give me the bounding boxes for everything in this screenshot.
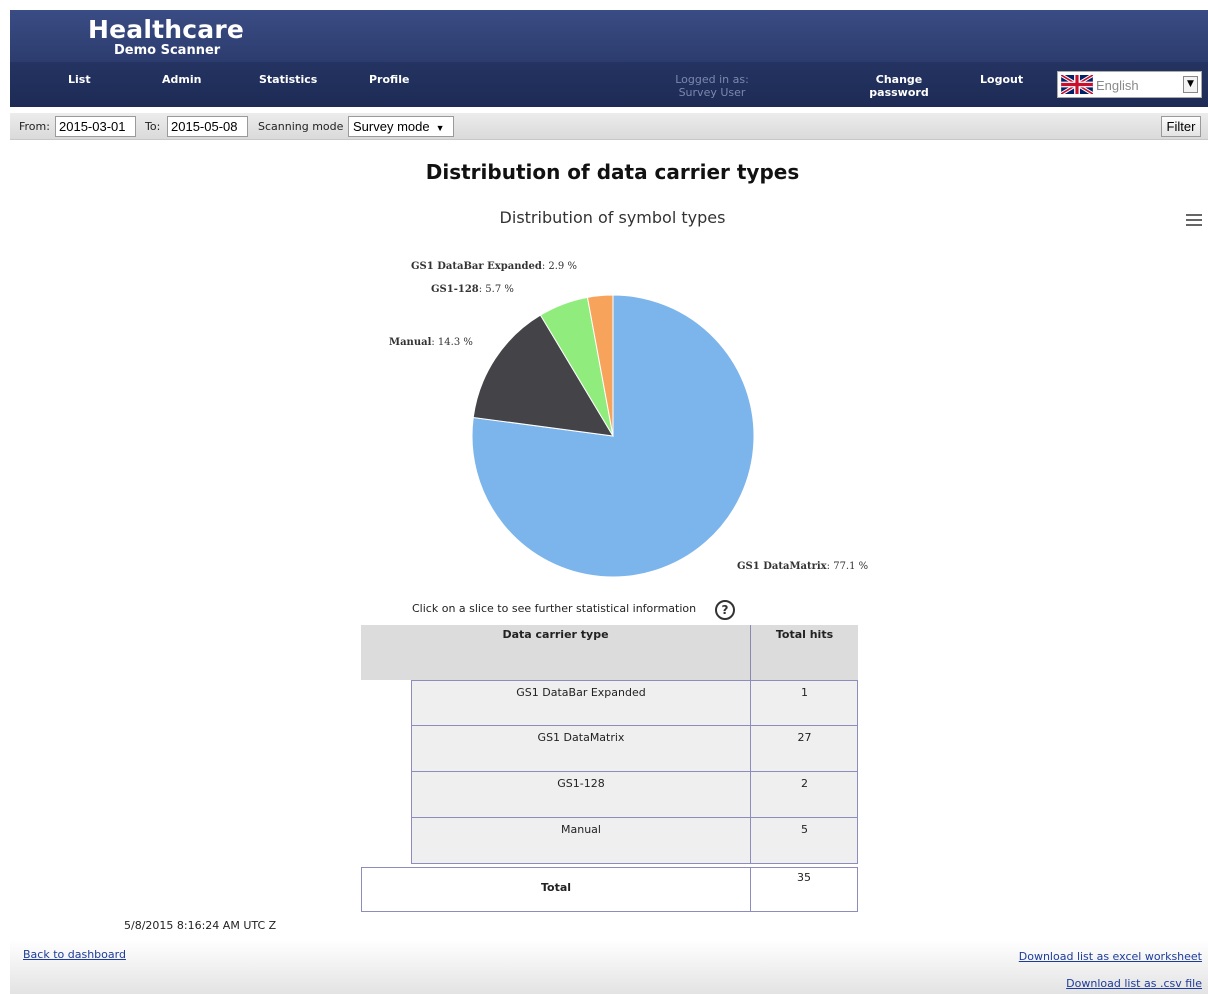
question-mark-icon[interactable]: ?: [715, 600, 735, 620]
logo-subtitle: Demo Scanner: [114, 43, 221, 58]
table-header-hits: Total hits: [750, 625, 858, 680]
to-date-input[interactable]: 2015-05-08: [167, 116, 248, 137]
slice-label: Manual: 14.3 %: [389, 337, 473, 348]
to-label: To:: [145, 120, 161, 133]
back-to-dashboard-link[interactable]: Back to dashboard: [23, 948, 126, 961]
logged-in-user: Survey User: [678, 86, 746, 99]
chevron-down-icon: ▼: [435, 123, 445, 133]
footer-bar: [10, 940, 1208, 994]
chart-hint: Click on a slice to see further statisti…: [412, 602, 697, 615]
download-excel-link[interactable]: Download list as excel worksheet: [1019, 950, 1202, 963]
chart-title: Distribution of symbol types: [499, 208, 726, 227]
slice-label: GS1 DataMatrix: 77.1 %: [737, 561, 868, 572]
uk-flag-icon: [1061, 75, 1093, 94]
language-select[interactable]: English ▼: [1057, 71, 1202, 98]
cell-type: GS1 DataBar Expanded: [412, 681, 751, 726]
total-value: 35: [797, 871, 811, 884]
cell-type: GS1-128: [412, 772, 751, 817]
table-header-type: Data carrier type: [361, 625, 750, 680]
cell-hits: 27: [797, 731, 812, 744]
logo-title: Healthcare: [88, 15, 245, 44]
nav-statistics[interactable]: Statistics: [259, 73, 317, 86]
change-password-link[interactable]: Change password: [862, 73, 936, 99]
scanning-mode-select[interactable]: Survey mode ▼: [348, 116, 454, 137]
slice-label: GS1 DataBar Expanded: 2.9 %: [411, 261, 577, 272]
timestamp: 5/8/2015 8:16:24 AM UTC Z: [124, 919, 277, 932]
from-label: From:: [19, 120, 50, 133]
from-date-input[interactable]: 2015-03-01: [55, 116, 136, 137]
table-row[interactable]: GS1 DataMatrix 27: [411, 726, 858, 772]
cell-hits: 2: [801, 777, 808, 790]
hamburger-menu-icon[interactable]: [1186, 214, 1202, 228]
table-row[interactable]: GS1 DataBar Expanded 1: [411, 680, 858, 726]
table-row[interactable]: Manual 5: [411, 818, 858, 864]
scanning-mode-value: Survey mode: [353, 119, 430, 134]
cell-hits: 1: [801, 686, 808, 699]
nav-admin[interactable]: Admin: [162, 73, 201, 86]
download-csv-link[interactable]: Download list as .csv file: [1066, 977, 1202, 990]
app-logo[interactable]: Healthcare Demo Scanner: [88, 16, 244, 58]
filter-bar: From: 2015-03-01 To: 2015-05-08 Scanning…: [10, 113, 1208, 140]
cell-type: GS1 DataMatrix: [412, 726, 751, 771]
logged-in-info: Logged in as: Survey User: [662, 73, 762, 99]
nav-profile[interactable]: Profile: [369, 73, 409, 86]
slice-label: GS1-128: 5.7 %: [431, 284, 514, 295]
total-label: Total: [362, 868, 751, 911]
filter-button[interactable]: Filter: [1161, 116, 1201, 137]
table-row[interactable]: GS1-128 2: [411, 772, 858, 818]
language-selected: English: [1096, 78, 1139, 93]
table-total-row: Total 35: [361, 867, 858, 912]
change-password-line1: Change: [875, 73, 923, 86]
cell-hits: 5: [801, 823, 808, 836]
scanning-mode-label: Scanning mode: [258, 120, 344, 133]
logout-link[interactable]: Logout: [980, 73, 1023, 86]
logged-in-label: Logged in as:: [675, 73, 749, 86]
nav-list[interactable]: List: [68, 73, 91, 86]
change-password-line2: password: [869, 86, 929, 99]
page-title: Distribution of data carrier types: [425, 160, 800, 184]
cell-type: Manual: [412, 818, 751, 863]
chevron-down-icon[interactable]: ▼: [1183, 76, 1198, 93]
